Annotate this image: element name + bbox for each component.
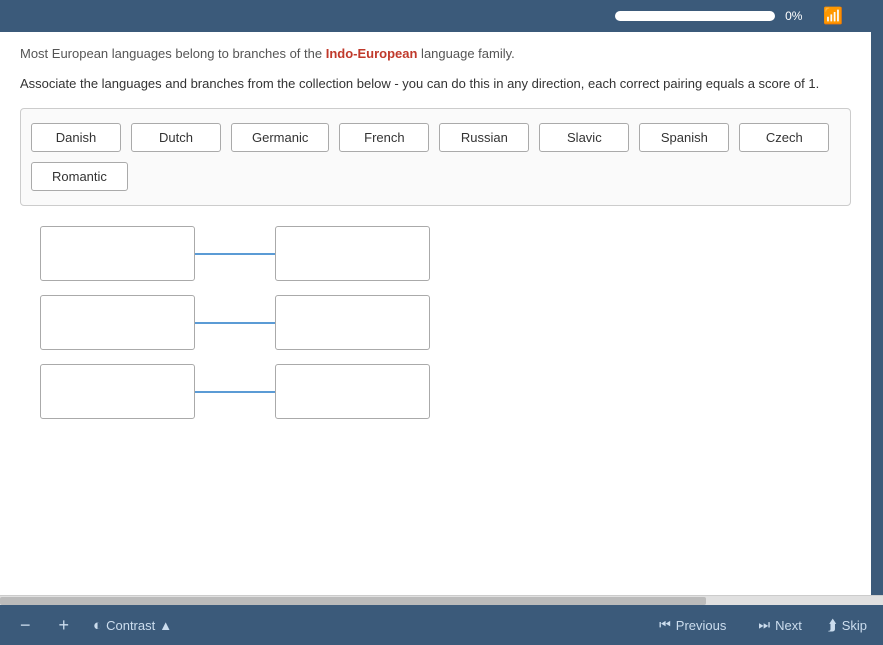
- contrast-icon: ◐: [93, 617, 102, 634]
- h-scrollbar-thumb: [0, 597, 706, 605]
- matching-area: [20, 226, 851, 419]
- word-bank: Danish Dutch Germanic French Russian Sla…: [20, 108, 851, 206]
- top-bar: 0% 📶: [0, 0, 883, 32]
- previous-label: Previous: [676, 618, 727, 633]
- word-chip-germanic[interactable]: Germanic: [231, 123, 329, 152]
- word-chip-danish[interactable]: Danish: [31, 123, 121, 152]
- next-button[interactable]: ⏭ Next: [752, 617, 807, 633]
- main-content: Most European languages belong to branch…: [0, 32, 883, 595]
- bottom-nav: − + ◐ Contrast ▲ ⏮ Previous ⏭ Next ⮭ Ski…: [0, 605, 883, 645]
- zoom-in-icon: +: [59, 615, 70, 636]
- intro-bold: Indo-European: [326, 46, 418, 61]
- intro-before: Most European languages belong to branch…: [20, 46, 326, 61]
- zoom-in-button[interactable]: +: [55, 615, 74, 636]
- skip-icon: ⮭: [828, 617, 837, 634]
- progress-bar-container: [615, 11, 775, 21]
- next-icon: ⏭: [758, 617, 770, 633]
- match-box-right-1[interactable]: [275, 226, 430, 281]
- match-row-2: [40, 295, 831, 350]
- next-label: Next: [775, 618, 802, 633]
- match-box-right-2[interactable]: [275, 295, 430, 350]
- contrast-label: Contrast: [106, 618, 155, 633]
- match-row-3: [40, 364, 831, 419]
- skip-button[interactable]: ⮭ Skip: [828, 617, 867, 634]
- word-chip-slavic[interactable]: Slavic: [539, 123, 629, 152]
- contrast-arrow: ▲: [159, 618, 172, 633]
- word-chip-russian[interactable]: Russian: [439, 123, 529, 152]
- match-connector-1: [195, 253, 275, 255]
- skip-label: Skip: [842, 618, 867, 633]
- match-connector-3: [195, 391, 275, 393]
- progress-label: 0%: [785, 9, 813, 23]
- previous-icon: ⏮: [659, 617, 671, 633]
- match-box-left-2[interactable]: [40, 295, 195, 350]
- word-chip-dutch[interactable]: Dutch: [131, 123, 221, 152]
- intro-text: Most European languages belong to branch…: [20, 44, 851, 64]
- zoom-out-button[interactable]: −: [16, 615, 35, 636]
- word-chip-romantic[interactable]: Romantic: [31, 162, 128, 191]
- instruction-text: Associate the languages and branches fro…: [20, 74, 851, 95]
- intro-after: language family.: [417, 46, 514, 61]
- wifi-icon: 📶: [823, 6, 843, 26]
- word-chip-french[interactable]: French: [339, 123, 429, 152]
- zoom-out-icon: −: [20, 615, 31, 636]
- match-row-1: [40, 226, 831, 281]
- word-chip-czech[interactable]: Czech: [739, 123, 829, 152]
- match-box-left-1[interactable]: [40, 226, 195, 281]
- match-box-left-3[interactable]: [40, 364, 195, 419]
- match-connector-2: [195, 322, 275, 324]
- contrast-button[interactable]: ◐ Contrast ▲: [93, 617, 172, 634]
- previous-button[interactable]: ⏮ Previous: [653, 617, 732, 633]
- match-box-right-3[interactable]: [275, 364, 430, 419]
- h-scrollbar[interactable]: [0, 595, 883, 605]
- word-chip-spanish[interactable]: Spanish: [639, 123, 729, 152]
